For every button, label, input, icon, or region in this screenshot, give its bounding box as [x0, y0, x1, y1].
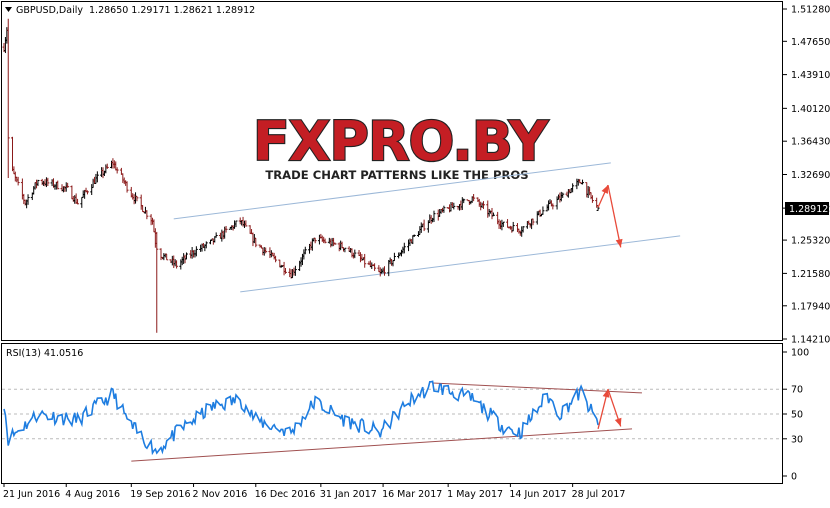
chart-canvas[interactable]: 1.51280 1.47650 1.43910 1.40120 1.36430 1.326…: [0, 0, 830, 504]
time-tick-label: 31 Jan 2017: [320, 489, 377, 500]
watermark-brand: FXPRO.BY: [253, 110, 549, 173]
chart-window: 1.51280 1.47650 1.43910 1.40120 1.36430 1.326…: [0, 0, 830, 504]
rsi-tick-label: 0: [791, 472, 797, 483]
price-tick-label: 1.40120: [791, 104, 830, 115]
time-tick-label: 28 Jul 2017: [572, 489, 626, 500]
time-tick-label: 1 May 2017: [447, 489, 503, 500]
price-tick-label: 1.17940: [791, 301, 830, 312]
time-tick-label: 4 Aug 2016: [65, 489, 120, 500]
price-tick-label: 1.36430: [791, 137, 830, 148]
time-tick-label: 16 Dec 2016: [255, 489, 316, 500]
time-tick-label: 19 Sep 2016: [130, 489, 190, 500]
rsi-tick-label: 70: [791, 385, 803, 396]
price-tick-label: 1.32690: [791, 170, 830, 181]
time-tick-label: 14 Jun 2017: [509, 489, 566, 500]
watermark-tagline: TRADE CHART PATTERNS LIKE THE PROS: [265, 168, 528, 182]
current-price-label: 1.28912: [785, 202, 829, 215]
symbol-info: GBPUSD,Daily 1.28650 1.29171 1.28621 1.2…: [16, 5, 255, 16]
price-tick-label: 1.21580: [791, 269, 830, 280]
price-tick-label: 1.14210: [791, 335, 830, 346]
time-tick-label: 21 Jun 2016: [3, 489, 60, 500]
rsi-tick-label: 30: [791, 434, 803, 445]
price-tick-label: 1.51280: [791, 5, 830, 16]
price-tick-label: 1.25320: [791, 236, 830, 247]
current-price-text: 1.28912: [789, 204, 828, 215]
rsi-label: RSI(13) 41.0516: [6, 348, 83, 359]
rsi-axis: 100 70 50 30 0: [783, 348, 809, 483]
time-tick-label: 2 Nov 2016: [193, 489, 248, 500]
price-tick-label: 1.47650: [791, 37, 830, 48]
time-tick-label: 16 Mar 2017: [382, 489, 442, 500]
watermark: FXPRO.BY TRADE CHART PATTERNS LIKE THE P…: [252, 109, 551, 184]
price-axis: 1.51280 1.47650 1.43910 1.40120 1.36430 1.326…: [783, 5, 830, 346]
symbol-header: GBPUSD,Daily 1.28650 1.29171 1.28621 1.2…: [5, 5, 255, 16]
rsi-tick-label: 100: [791, 348, 809, 359]
rsi-tick-label: 50: [791, 410, 803, 421]
price-tick-label: 1.43910: [791, 70, 830, 81]
time-axis: 21 Jun 2016 4 Aug 2016 19 Sep 2016 2 Nov 20…: [3, 483, 625, 500]
